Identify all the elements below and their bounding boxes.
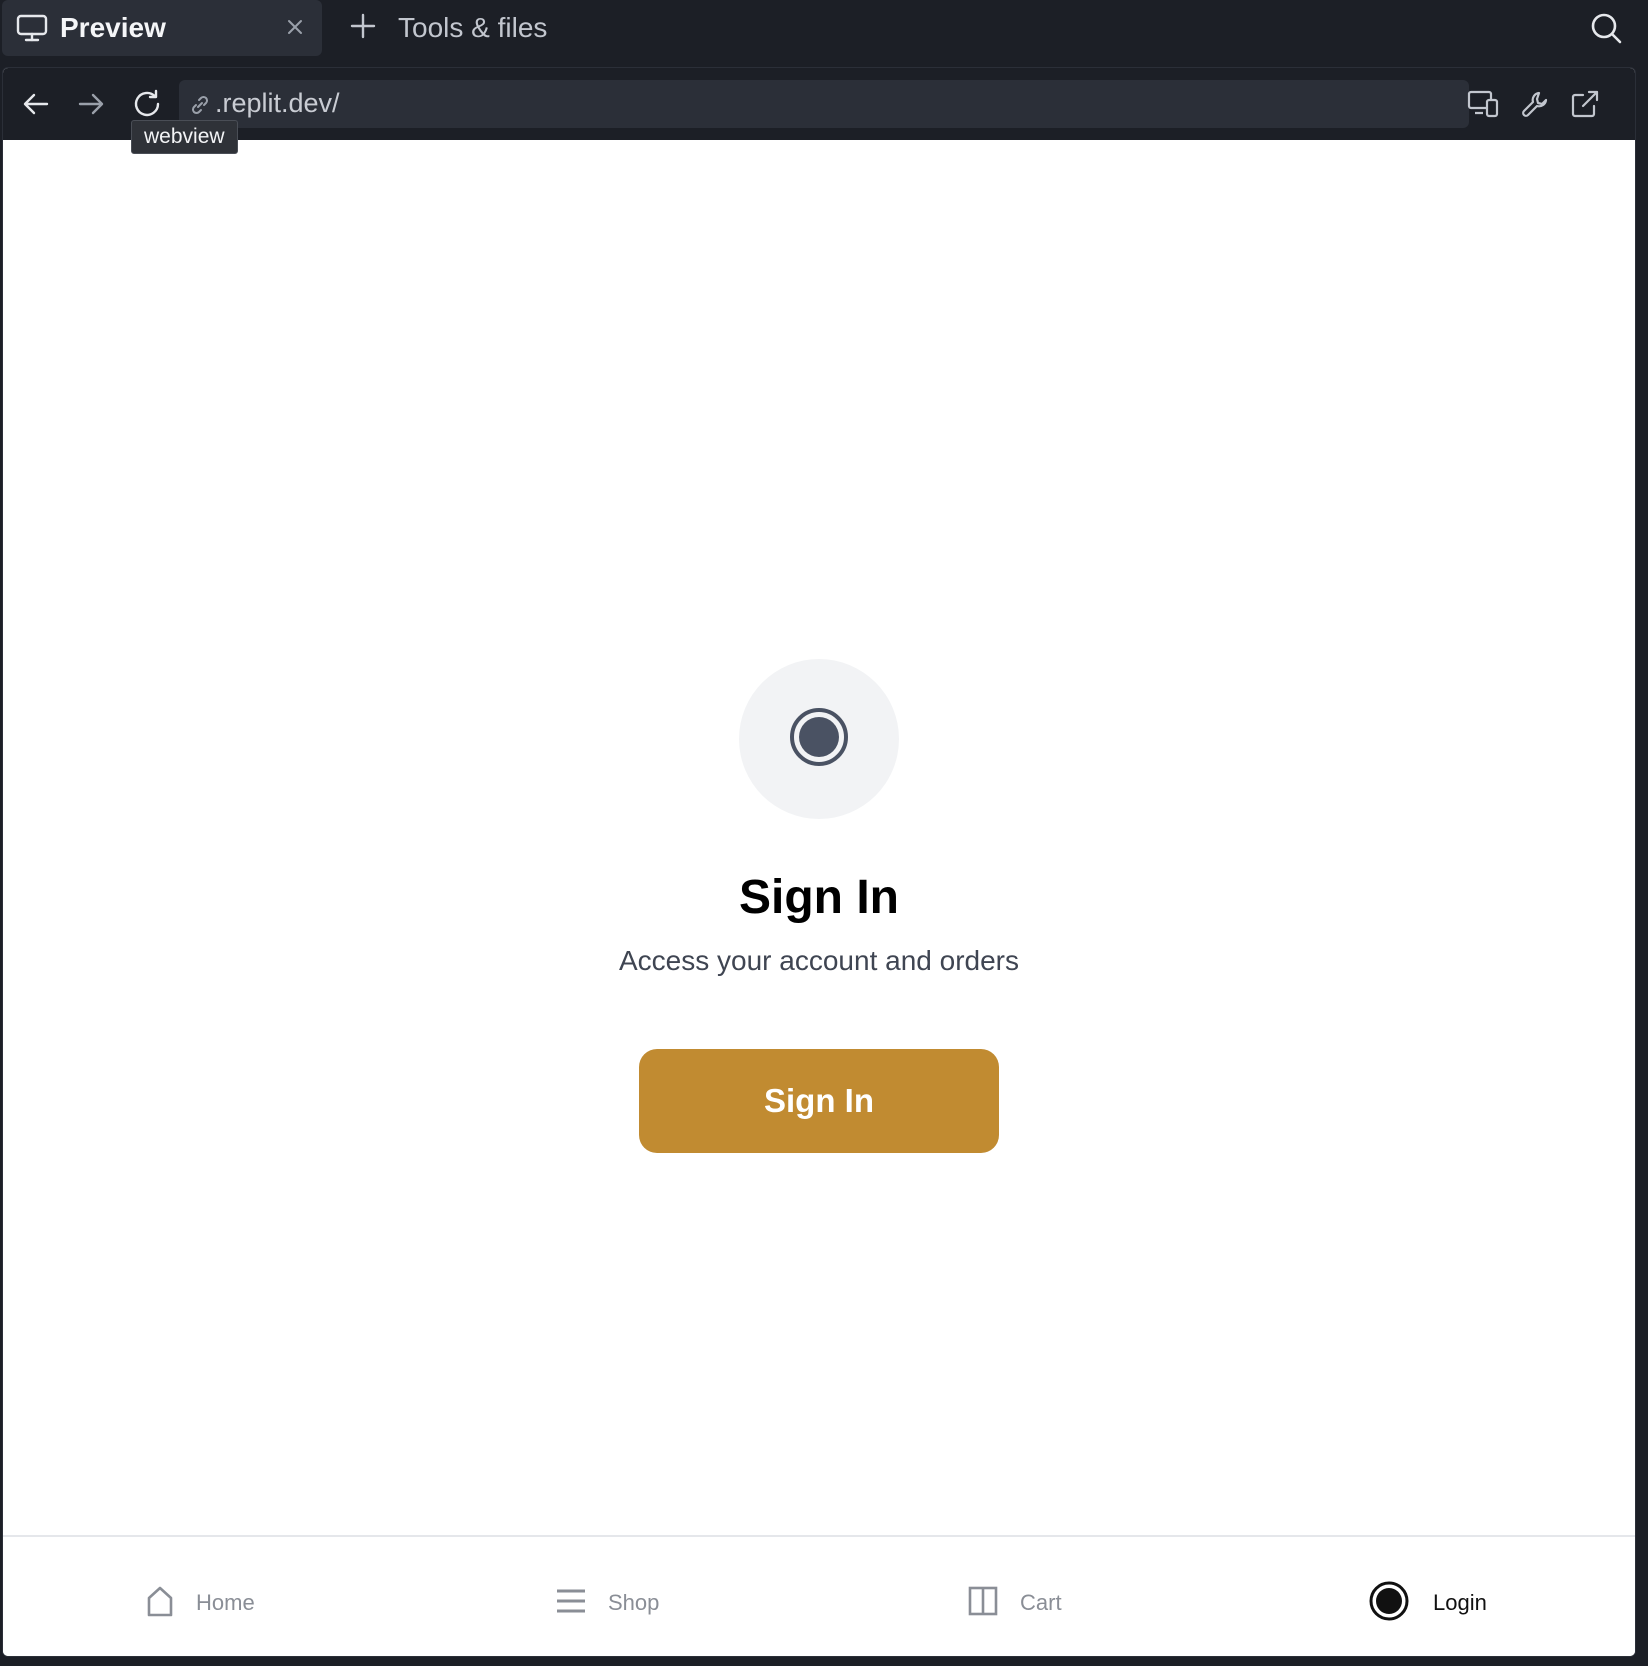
- page-subtitle: Access your account and orders: [619, 945, 1019, 976]
- columns-icon: [968, 1586, 998, 1621]
- nav-item-shop[interactable]: Shop: [556, 1581, 659, 1625]
- sign-in-button[interactable]: Sign In: [639, 1049, 999, 1153]
- nav-item-login[interactable]: Login: [1367, 1581, 1487, 1625]
- close-icon[interactable]: [286, 18, 304, 41]
- nav-label-shop: Shop: [608, 1590, 660, 1615]
- nav-item-cart[interactable]: Cart: [968, 1581, 1062, 1625]
- devices-icon[interactable]: [1467, 88, 1499, 120]
- page-title: Sign In: [739, 871, 899, 924]
- browser-toolbar: .replit.dev/: [3, 68, 1635, 140]
- url-bar[interactable]: .replit.dev/: [179, 80, 1469, 128]
- nav-label-login: Login: [1433, 1590, 1487, 1615]
- link-icon: [189, 94, 211, 121]
- search-icon[interactable]: [1590, 12, 1622, 49]
- tools-files-label: Tools & files: [398, 12, 548, 43]
- record-circle-icon: [1367, 1579, 1411, 1628]
- nav-label-home: Home: [196, 1590, 255, 1615]
- tab-preview-label: Preview: [60, 12, 166, 43]
- forward-arrow-icon[interactable]: [75, 88, 107, 120]
- tab-bar: Preview Tools & files: [0, 0, 1648, 58]
- record-circle-icon: [787, 705, 851, 774]
- page-content: Sign In Access your account and orders S…: [3, 140, 1635, 1535]
- external-link-icon[interactable]: [1569, 88, 1601, 120]
- back-arrow-icon[interactable]: [20, 88, 52, 120]
- home-icon: [146, 1585, 174, 1622]
- tools-files-tab[interactable]: Tools & files: [350, 10, 547, 46]
- url-text: .replit.dev/: [215, 88, 340, 118]
- monitor-icon: [16, 14, 48, 47]
- wrench-icon[interactable]: [1519, 88, 1551, 120]
- tooltip-webview: webview: [131, 120, 238, 154]
- bottom-nav: Home Shop Cart Login: [3, 1535, 1635, 1656]
- plus-icon: [350, 13, 376, 44]
- nav-item-home[interactable]: Home: [146, 1581, 255, 1625]
- nav-label-cart: Cart: [1020, 1590, 1062, 1615]
- reload-icon[interactable]: [131, 88, 163, 120]
- menu-icon: [556, 1587, 586, 1620]
- webview-frame: .replit.dev/ webview Sign In Access your…: [2, 67, 1636, 1657]
- tab-preview[interactable]: Preview: [2, 0, 322, 56]
- avatar: [739, 659, 899, 819]
